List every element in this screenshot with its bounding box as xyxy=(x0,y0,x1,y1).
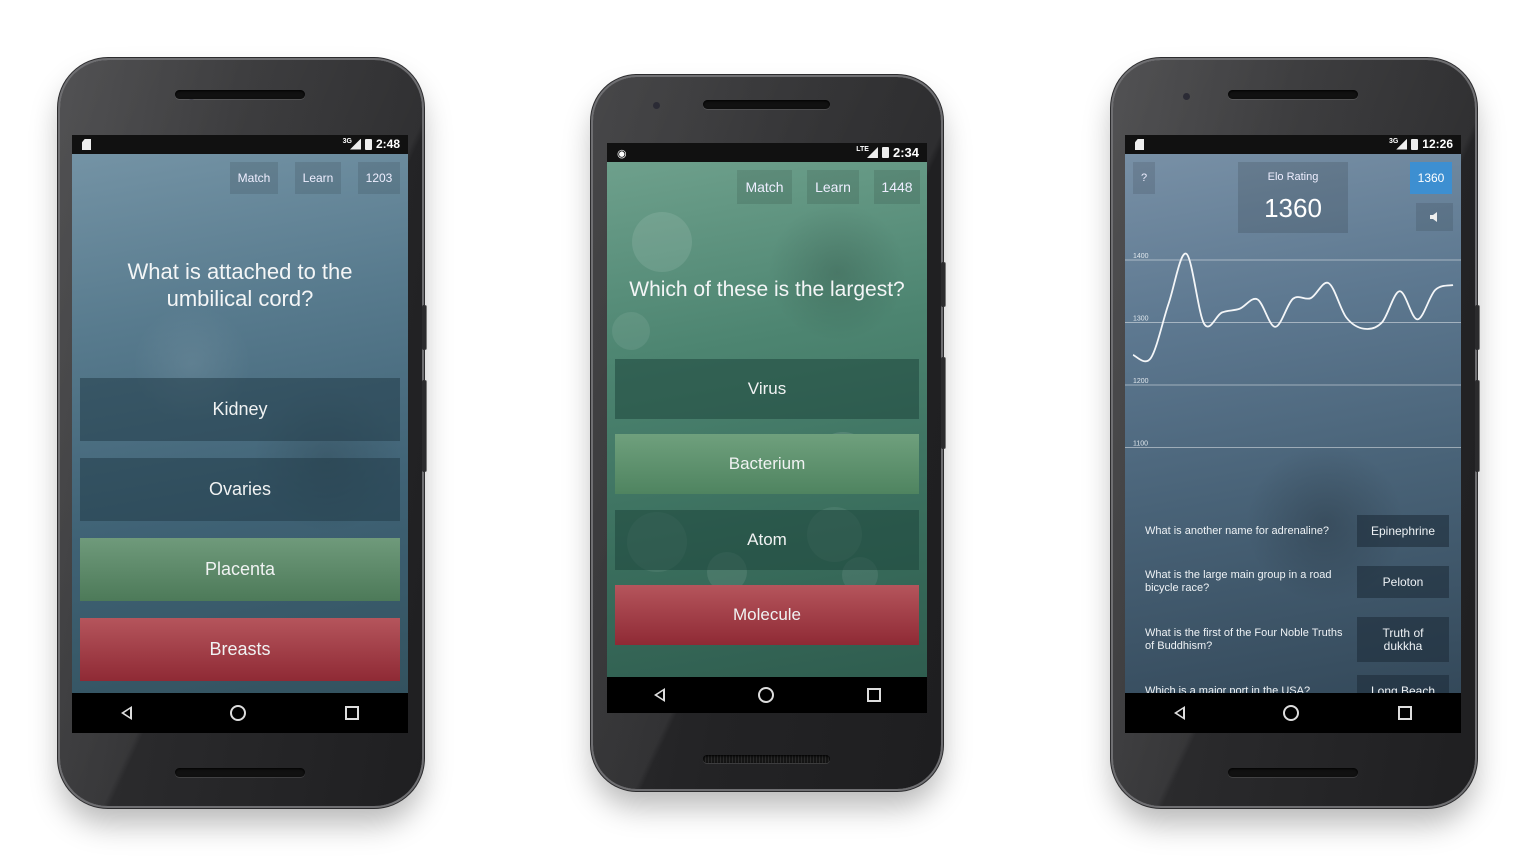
status-bar: 3G 2:48 xyxy=(72,135,408,154)
phone-right: 3G 12:26 ? Elo Rating 1360 1360 1100 1200… xyxy=(1113,60,1479,806)
answer-option-wrong[interactable]: Molecule xyxy=(615,585,919,645)
history-question: What is the large main group in a road b… xyxy=(1145,569,1332,594)
screen: ◉ LTE 2:34 Match Learn 1448 Which of the… xyxy=(607,143,927,713)
battery-icon xyxy=(1411,138,1419,150)
sound-button[interactable] xyxy=(1416,203,1453,231)
recents-icon[interactable] xyxy=(344,706,359,720)
history-answer: Peloton xyxy=(1357,566,1449,598)
score-button[interactable]: 1448 xyxy=(874,170,920,204)
power-button[interactable] xyxy=(1475,305,1479,350)
match-button[interactable]: Match xyxy=(737,170,792,204)
answer-option[interactable]: Kidney xyxy=(80,378,400,441)
power-button[interactable] xyxy=(422,305,426,350)
bottom-speaker xyxy=(703,755,830,763)
history-row[interactable]: What is the large main group in a road b… xyxy=(1145,566,1449,598)
volume-button[interactable] xyxy=(1475,380,1479,472)
bokeh xyxy=(612,312,650,350)
recents-icon[interactable] xyxy=(866,688,881,702)
history-row[interactable]: What is another name for adrenaline? Epi… xyxy=(1145,515,1449,547)
elo-value: 1360 xyxy=(1264,193,1322,223)
question-text: Which of these is the largest? xyxy=(629,278,905,301)
answer-option-correct[interactable]: Bacterium xyxy=(615,434,919,494)
sd-card-icon xyxy=(82,139,91,150)
nav-bar xyxy=(72,693,408,733)
volume-button[interactable] xyxy=(422,380,426,472)
status-bar: ◉ LTE 2:34 xyxy=(607,143,927,162)
match-button[interactable]: Match xyxy=(230,162,278,194)
front-camera xyxy=(653,102,660,109)
y-tick-label: 1200 xyxy=(1133,378,1149,385)
back-icon[interactable] xyxy=(653,688,665,702)
network-type: LTE xyxy=(856,146,869,153)
learn-button[interactable]: Learn xyxy=(295,162,341,194)
question-text: What is attached to the umbilical cord? xyxy=(127,259,353,311)
history-answer: Truth of dukkha xyxy=(1357,617,1449,662)
volume-button[interactable] xyxy=(941,357,945,449)
history-question: What is the first of the Four Noble Trut… xyxy=(1145,627,1343,652)
history-row[interactable]: What is the first of the Four Noble Trut… xyxy=(1145,617,1449,662)
back-icon[interactable] xyxy=(1174,706,1186,720)
screen: 3G 12:26 ? Elo Rating 1360 1360 1100 1200… xyxy=(1125,135,1461,733)
back-icon[interactable] xyxy=(121,706,133,720)
elo-history-line xyxy=(1132,252,1454,363)
stats-screen: ? Elo Rating 1360 1360 1100 1200 1300 1400 … xyxy=(1125,154,1461,707)
phone-left: 3G 2:48 Match Learn 1203 What is attache… xyxy=(60,60,426,806)
home-icon[interactable] xyxy=(757,687,774,703)
score-button[interactable]: 1203 xyxy=(358,162,400,194)
screen: 3G 2:48 Match Learn 1203 What is attache… xyxy=(72,135,408,733)
status-time: 2:34 xyxy=(892,145,919,160)
y-tick-label: 1400 xyxy=(1133,253,1149,260)
learn-button[interactable]: Learn xyxy=(807,170,859,204)
answer-option-correct[interactable]: Placenta xyxy=(80,538,400,601)
bokeh xyxy=(632,212,692,272)
front-camera xyxy=(1183,93,1190,100)
nav-bar xyxy=(607,677,927,713)
battery-icon xyxy=(881,147,889,158)
answer-option[interactable]: Ovaries xyxy=(80,458,400,521)
speaker-icon xyxy=(1429,212,1437,222)
quiz-screen: Match Learn 1203 What is attached to the… xyxy=(72,154,408,693)
phone-middle: ◉ LTE 2:34 Match Learn 1448 Which of the… xyxy=(593,77,945,789)
android-icon: ◉ xyxy=(617,148,627,160)
status-time: 12:26 xyxy=(1422,137,1453,151)
elo-title: Elo Rating xyxy=(1267,171,1319,183)
y-tick-label: 1100 xyxy=(1133,441,1148,448)
history-question: What is another name for adrenaline? xyxy=(1145,525,1330,537)
status-bar: 3G 12:26 xyxy=(1125,135,1461,154)
history-answer: Epinephrine xyxy=(1357,515,1449,547)
home-icon[interactable] xyxy=(1283,705,1300,721)
top-speaker xyxy=(1228,90,1358,99)
network-type: 3G xyxy=(1388,137,1399,145)
battery-icon xyxy=(364,138,372,150)
answer-option[interactable]: Virus xyxy=(615,359,919,419)
answer-option-wrong[interactable]: Breasts xyxy=(80,618,400,681)
y-tick-label: 1300 xyxy=(1133,316,1149,323)
top-speaker xyxy=(175,90,305,99)
help-button[interactable]: ? xyxy=(1133,162,1155,194)
elo-rating-card: Elo Rating 1360 xyxy=(1238,162,1348,233)
score-badge[interactable]: 1360 xyxy=(1410,162,1452,194)
bokeh xyxy=(767,202,907,342)
status-time: 2:48 xyxy=(375,137,400,151)
recents-icon[interactable] xyxy=(1397,706,1412,720)
nav-bar xyxy=(1125,693,1461,733)
answer-option[interactable]: Atom xyxy=(615,510,919,570)
elo-chart: 1100 1200 1300 1400 xyxy=(1125,252,1461,448)
network-type: 3G xyxy=(342,137,352,145)
home-icon[interactable] xyxy=(230,705,247,721)
bottom-speaker xyxy=(175,768,305,777)
sd-card-icon xyxy=(1135,139,1144,150)
top-speaker xyxy=(703,100,830,109)
quiz-screen: Match Learn 1448 Which of these is the l… xyxy=(607,162,927,677)
bottom-speaker xyxy=(1228,768,1358,777)
power-button[interactable] xyxy=(941,262,945,307)
